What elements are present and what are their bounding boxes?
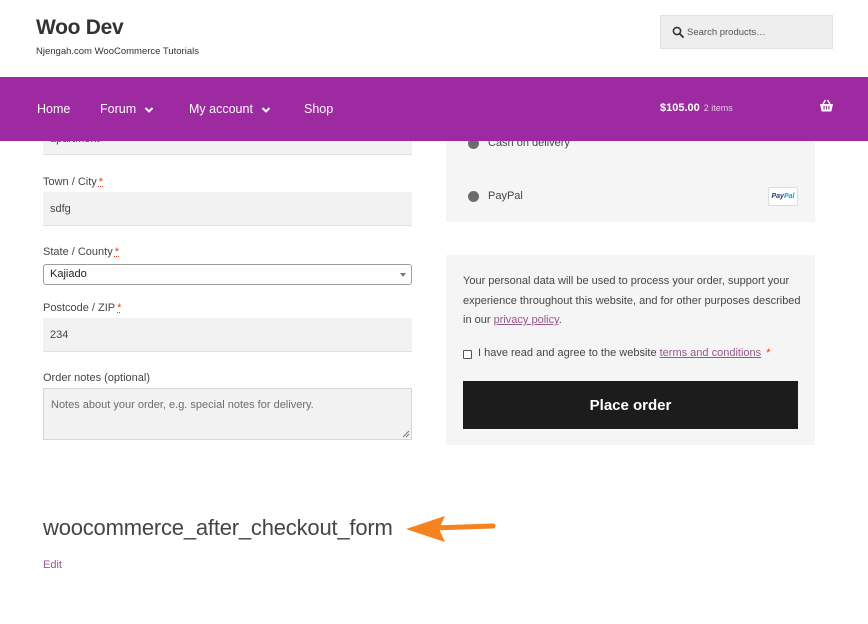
terms-label: I have read and agree to the website ter… bbox=[478, 347, 770, 359]
cart-total: $105.00 bbox=[660, 102, 700, 114]
chevron-down-icon bbox=[261, 106, 271, 113]
chevron-down-icon bbox=[144, 106, 154, 113]
state-label: State / County * bbox=[43, 246, 119, 258]
edit-link[interactable]: Edit bbox=[43, 559, 62, 571]
payment-methods-box bbox=[446, 141, 815, 222]
privacy-notice: Your personal data will be used to proce… bbox=[463, 272, 803, 331]
search-box[interactable] bbox=[660, 15, 833, 49]
paypal-logo-text: Pay bbox=[771, 193, 784, 200]
cart-count: 2 items bbox=[703, 103, 733, 113]
nav-item-label: Forum bbox=[100, 102, 137, 116]
order-notes-label: Order notes (optional) bbox=[43, 372, 150, 384]
cart-contents[interactable]: $105.002 items bbox=[660, 77, 733, 141]
payment-label-paypal[interactable]: PayPal bbox=[488, 190, 523, 202]
town-label: Town / City * bbox=[43, 176, 103, 188]
state-select[interactable]: Kajiado bbox=[43, 264, 412, 285]
terms-link[interactable]: terms and conditions bbox=[660, 347, 762, 359]
town-input[interactable] bbox=[43, 192, 412, 226]
paypal-logo-text: Pal bbox=[783, 193, 795, 200]
hook-title: woocommerce_after_checkout_form bbox=[43, 515, 393, 540]
terms-checkbox[interactable] bbox=[463, 350, 472, 359]
nav-item-forum[interactable]: Forum bbox=[100, 77, 154, 141]
nav-item-label: My account bbox=[189, 102, 253, 116]
caret-down-icon bbox=[400, 273, 406, 277]
basket-icon[interactable] bbox=[819, 99, 834, 113]
town-label-text: Town / City bbox=[43, 176, 97, 188]
paypal-logo: PayPal bbox=[768, 187, 798, 206]
site-header: Woo Dev Njengah.com WooCommerce Tutorial… bbox=[0, 0, 868, 77]
site-title[interactable]: Woo Dev bbox=[36, 16, 124, 40]
search-icon bbox=[672, 26, 684, 38]
state-label-text: State / County bbox=[43, 246, 113, 258]
postcode-label: Postcode / ZIP * bbox=[43, 302, 121, 314]
terms-text: I have read and agree to the website bbox=[478, 347, 660, 359]
nav-item-home[interactable]: Home bbox=[37, 77, 70, 141]
search-input[interactable] bbox=[687, 16, 827, 48]
arrow-icon bbox=[406, 516, 496, 542]
nav-item-shop[interactable]: Shop bbox=[304, 77, 333, 141]
nav-foreground: Home Forum My account Shop $105.00 2 item… bbox=[0, 77, 868, 141]
nav-item-my-account[interactable]: My account bbox=[189, 77, 271, 141]
resize-grip-icon[interactable] bbox=[402, 430, 410, 438]
privacy-policy-link[interactable]: privacy policy bbox=[494, 314, 559, 326]
nav-item-label: Shop bbox=[304, 102, 334, 116]
nav-item-label: Home bbox=[37, 102, 71, 116]
postcode-input[interactable] bbox=[43, 318, 412, 352]
required-mark: * bbox=[114, 246, 119, 258]
site-description: Njengah.com WooCommerce Tutorials bbox=[36, 46, 199, 57]
required-mark: * bbox=[766, 347, 771, 359]
place-order-button[interactable]: Place order bbox=[463, 381, 798, 429]
required-mark: * bbox=[98, 176, 104, 188]
required-mark: * bbox=[117, 302, 122, 314]
privacy-text-end: . bbox=[558, 314, 562, 326]
order-notes-textarea[interactable] bbox=[43, 388, 412, 440]
radio-paypal[interactable] bbox=[468, 191, 479, 202]
state-selected-value: Kajiado bbox=[50, 268, 87, 280]
postcode-label-text: Postcode / ZIP bbox=[43, 302, 116, 314]
